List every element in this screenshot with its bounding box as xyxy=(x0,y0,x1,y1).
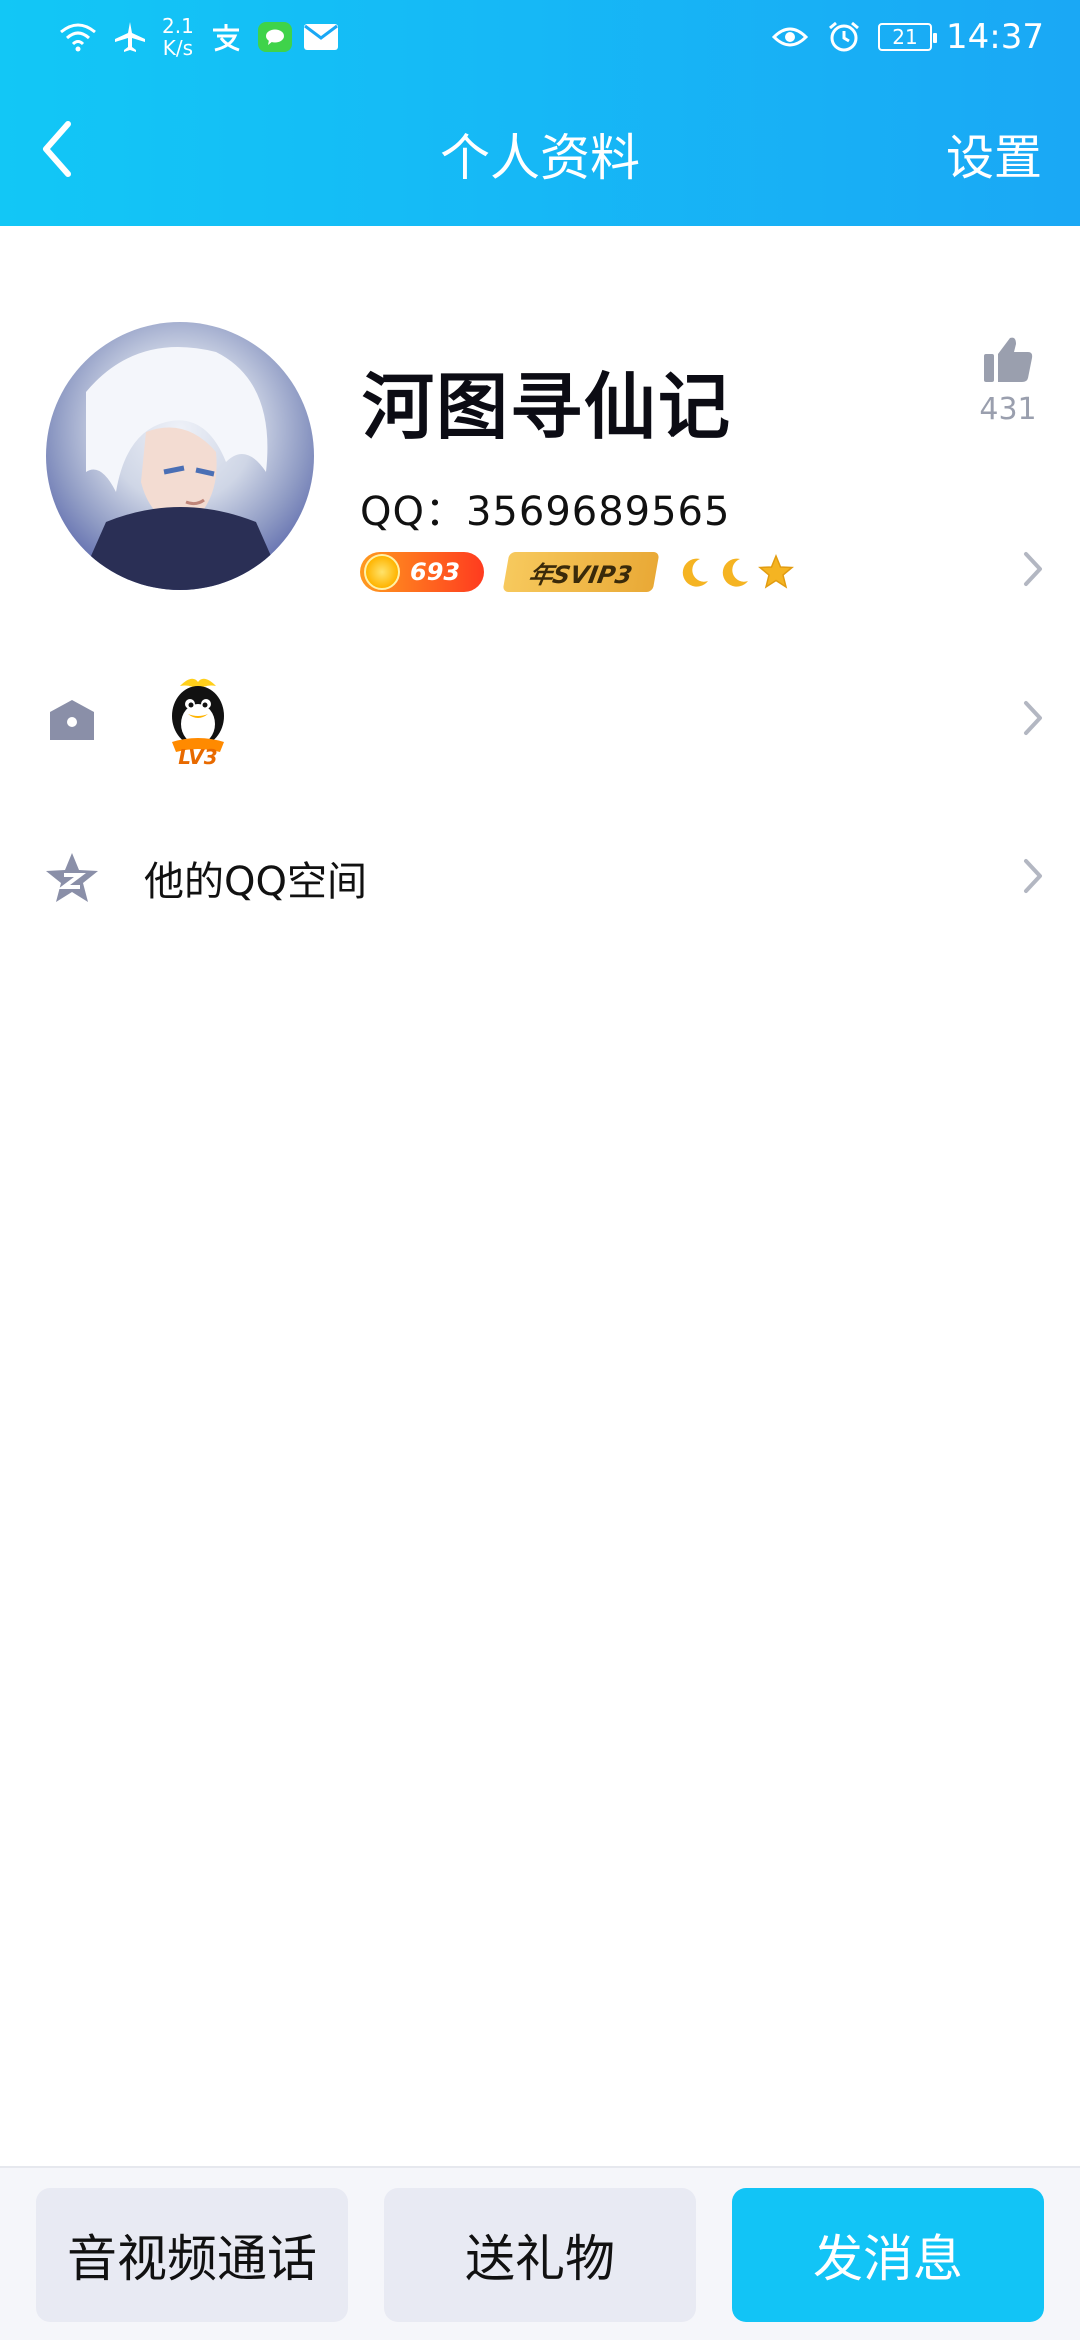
video-call-button[interactable]: 音视频通话 xyxy=(36,2188,348,2322)
crown-icon xyxy=(44,692,100,748)
avatar-image xyxy=(76,347,286,590)
header: 2.1 K/s 21 14:37 个人资料 设置 xyxy=(0,0,1080,226)
status-bar: 2.1 K/s 21 14:37 xyxy=(0,0,1080,72)
battery-icon: 21 xyxy=(878,23,938,51)
moon-icon xyxy=(722,558,748,587)
profile-card[interactable]: 河图寻仙记 QQ：3569689565 693 年SVIP3 431 xyxy=(0,226,1080,626)
avatar[interactable] xyxy=(46,322,314,590)
moon-icon xyxy=(682,558,708,587)
coin-icon xyxy=(364,554,400,590)
like-count: 431 xyxy=(979,392,1037,427)
thumbs-up-icon xyxy=(984,337,1033,382)
coin-badge[interactable]: 693 xyxy=(360,552,484,592)
eye-icon xyxy=(770,17,810,57)
net-speed-value: 2.1 xyxy=(162,14,194,38)
airplane-icon xyxy=(110,17,150,57)
like-button[interactable]: 431 xyxy=(968,334,1048,427)
badges: 693 年SVIP3 xyxy=(360,548,794,596)
chevron-right-icon xyxy=(1022,857,1044,899)
svip-badge[interactable]: 年SVIP3 xyxy=(502,552,660,592)
settings-button[interactable]: 设置 xyxy=(946,118,1042,188)
page-title: 个人资料 xyxy=(440,129,640,187)
qzone-label: 他的QQ空间 xyxy=(144,859,367,905)
qq-level-text: LV3 xyxy=(178,745,217,768)
send-gift-button[interactable]: 送礼物 xyxy=(384,2188,696,2322)
qq-level-icons[interactable] xyxy=(678,554,794,590)
wifi-icon xyxy=(58,17,98,57)
nav-bar: 个人资料 设置 xyxy=(0,96,1080,206)
battery-level: 21 xyxy=(892,25,918,49)
nickname: 河图寻仙记 xyxy=(362,365,733,449)
send-message-button[interactable]: 发消息 xyxy=(732,2188,1044,2322)
mail-icon xyxy=(303,24,338,50)
net-speed-unit: K/s xyxy=(162,36,194,60)
qzone-row[interactable]: 他的QQ空间 xyxy=(0,803,1080,953)
status-time: 14:37 xyxy=(946,17,1044,57)
qq-level-row[interactable]: LV3 xyxy=(0,645,1080,795)
status-bar-right: 21 14:37 xyxy=(770,14,1044,60)
chevron-right-icon xyxy=(1022,699,1044,741)
star-icon xyxy=(758,554,794,589)
status-bar-left: 2.1 K/s xyxy=(58,14,338,60)
qq-number: QQ：3569689565 xyxy=(360,489,731,535)
message-icon xyxy=(257,22,292,52)
coin-count: 693 xyxy=(410,558,461,586)
bottom-action-bar: 音视频通话 送礼物 发消息 xyxy=(0,2166,1080,2340)
qzone-star-icon xyxy=(44,850,100,906)
alarm-icon xyxy=(824,17,864,57)
chevron-right-icon xyxy=(1022,550,1044,592)
net-speed: 2.1 K/s xyxy=(162,15,194,59)
alipay-icon xyxy=(206,17,246,57)
qq-penguin-level-icon: LV3 xyxy=(158,672,238,769)
